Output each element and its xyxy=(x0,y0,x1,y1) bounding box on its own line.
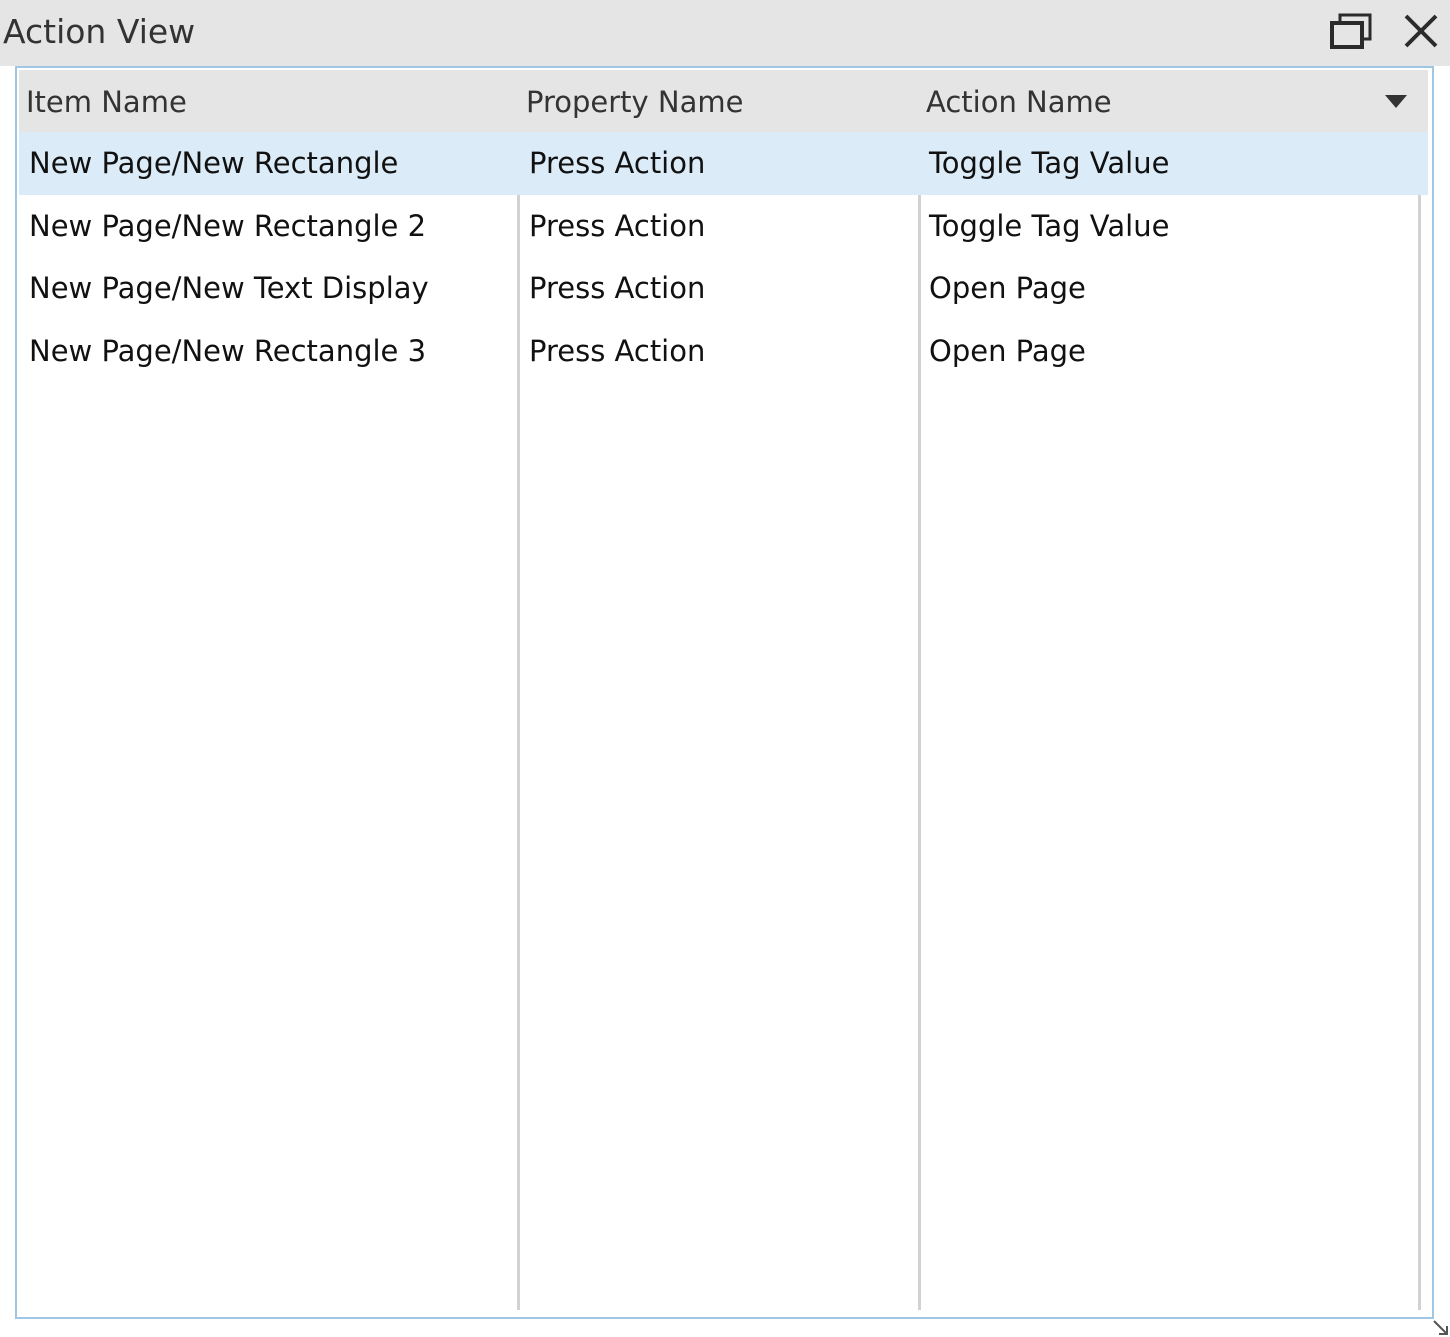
cell-action-name: Open Page xyxy=(929,271,1086,305)
sort-dropdown-button[interactable] xyxy=(1381,90,1411,114)
resize-grip[interactable] xyxy=(1430,1317,1450,1337)
cell-property-name: Press Action xyxy=(529,271,706,305)
cell-property-name: Press Action xyxy=(529,208,706,243)
cell-item-name: New Page/New Text Display xyxy=(29,271,429,305)
table-row[interactable]: New Page/New Text Display Press Action O… xyxy=(19,257,1428,320)
cell-item-name: New Page/New Rectangle 3 xyxy=(29,333,427,368)
restore-window-icon xyxy=(1330,13,1372,49)
restore-button[interactable] xyxy=(1328,10,1374,54)
window-title: Action View xyxy=(3,12,196,51)
cell-item-name: New Page/New Rectangle xyxy=(29,146,399,180)
cell-action-name: Open Page xyxy=(929,333,1086,368)
column-header-action-name[interactable]: Action Name xyxy=(926,70,1112,132)
title-bar: Action View xyxy=(0,0,1450,66)
cell-item-name: New Page/New Rectangle 2 xyxy=(29,208,427,243)
table-row[interactable]: New Page/New Rectangle 2 Press Action To… xyxy=(19,195,1428,258)
cell-property-name: Press Action xyxy=(529,333,706,368)
column-header-item-name[interactable]: Item Name xyxy=(26,70,187,132)
table-row[interactable]: New Page/New Rectangle 3 Press Action Op… xyxy=(19,320,1428,383)
cell-property-name: Press Action xyxy=(529,146,706,180)
close-icon xyxy=(1404,14,1438,48)
action-view-panel: Item Name Property Name Action Name New … xyxy=(15,66,1434,1319)
cell-action-name: Toggle Tag Value xyxy=(929,146,1170,180)
column-header-property-name[interactable]: Property Name xyxy=(526,70,744,132)
sort-down-triangle-icon xyxy=(1385,95,1407,108)
table-body: New Page/New Rectangle Press Action Togg… xyxy=(19,132,1428,382)
resize-grip-icon xyxy=(1433,1320,1448,1335)
cell-action-name: Toggle Tag Value xyxy=(929,208,1170,243)
table-row[interactable]: New Page/New Rectangle Press Action Togg… xyxy=(19,132,1428,195)
table-header: Item Name Property Name Action Name xyxy=(19,70,1428,132)
close-button[interactable] xyxy=(1398,10,1444,54)
